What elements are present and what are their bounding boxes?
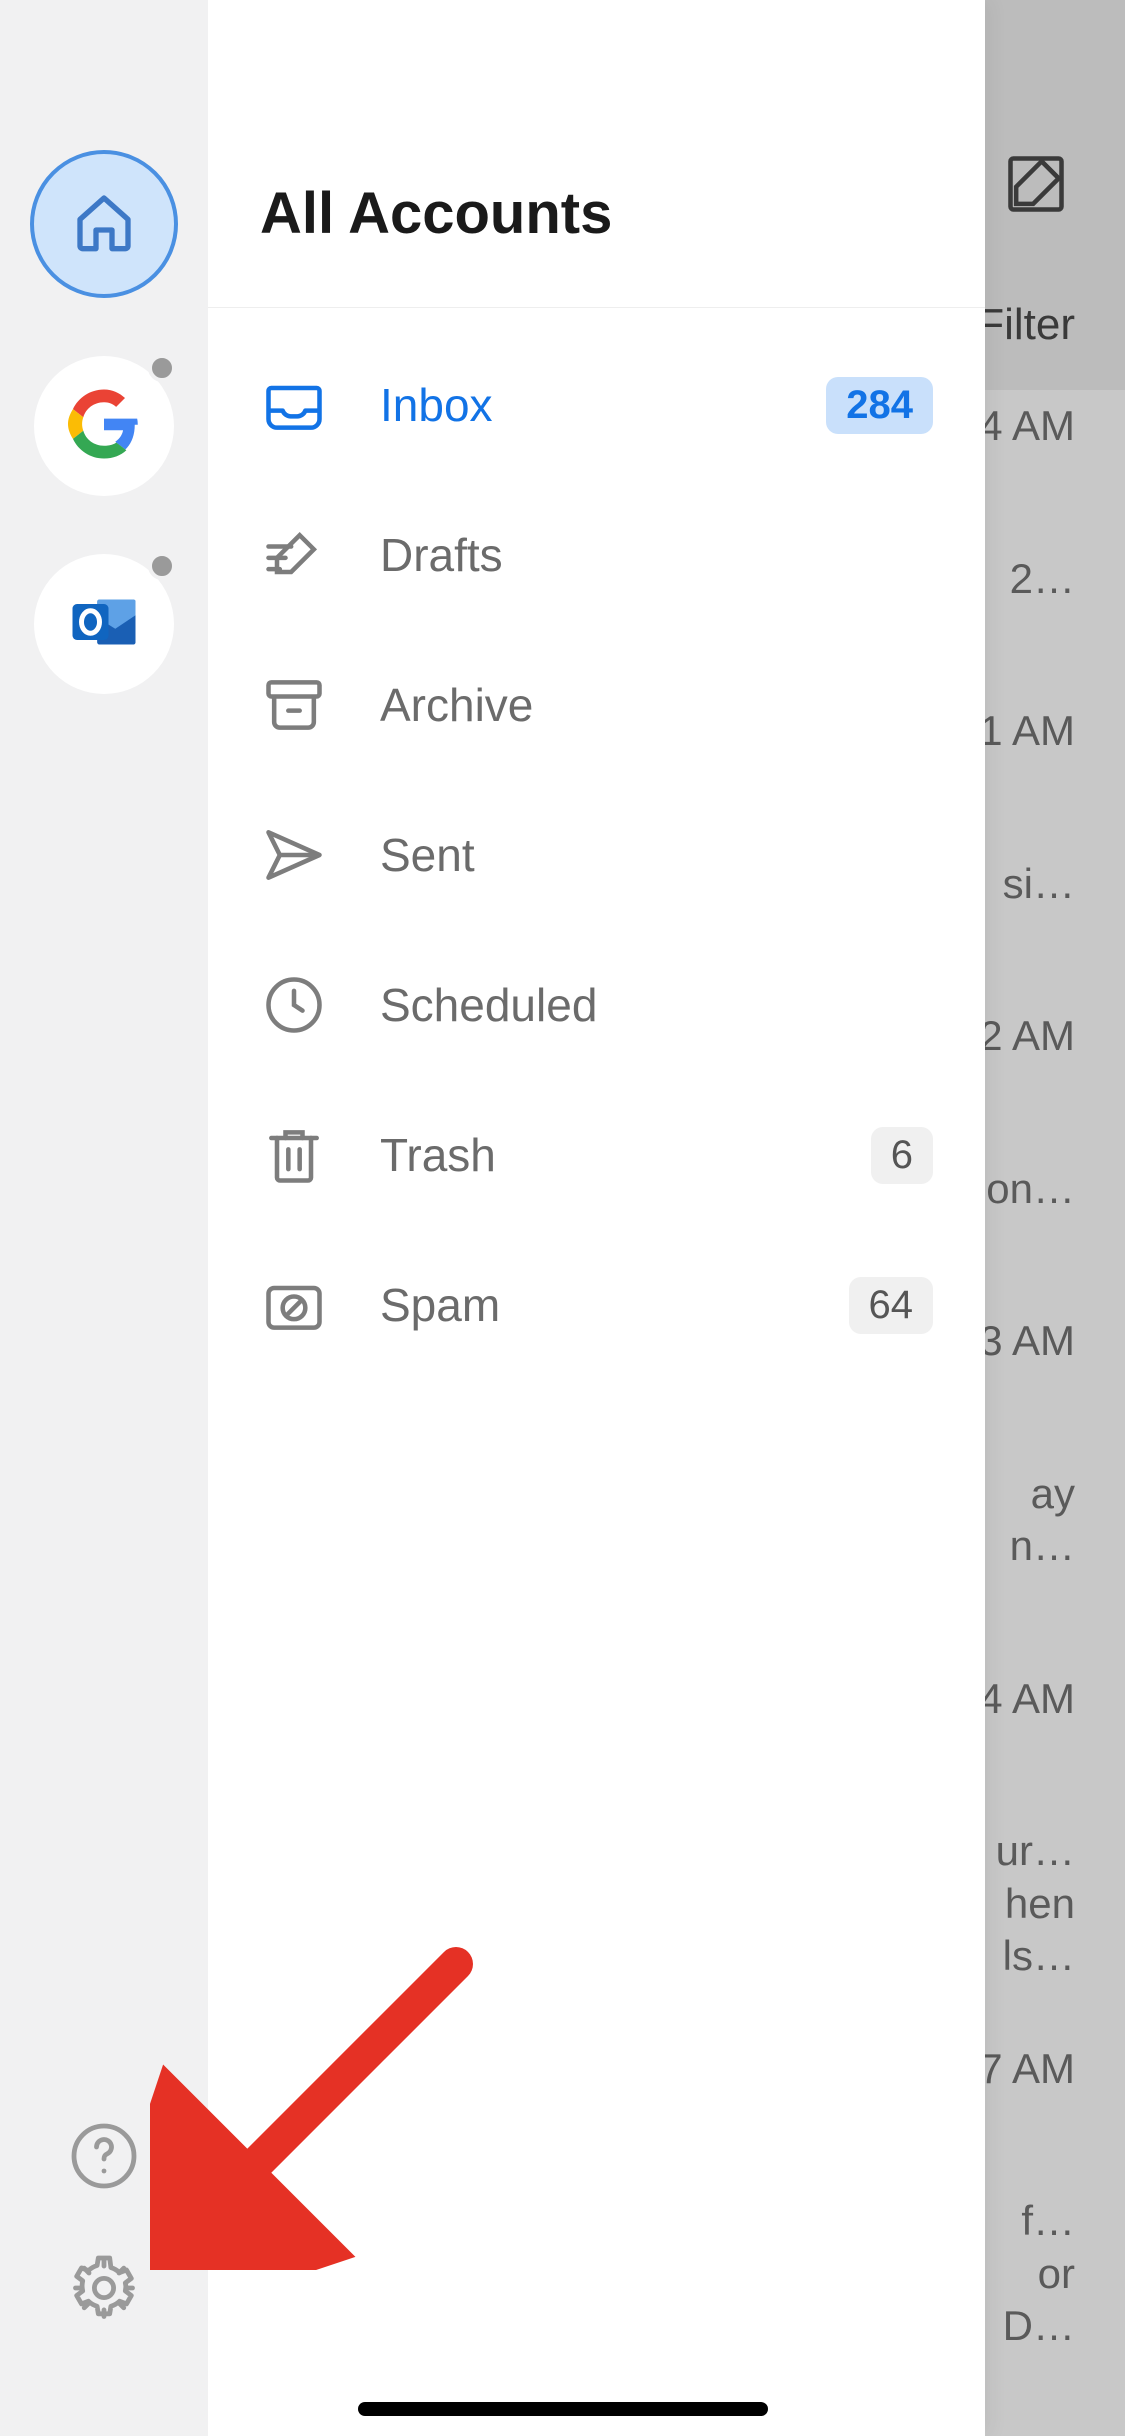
- settings-button[interactable]: [68, 2254, 140, 2326]
- archive-icon: [260, 671, 328, 739]
- gear-icon: [68, 2252, 140, 2329]
- help-icon: [68, 2120, 140, 2197]
- folder-archive[interactable]: Archive: [208, 630, 985, 780]
- folder-label: Spam: [380, 1278, 797, 1332]
- inbox-icon: [260, 371, 328, 439]
- folder-panel: All Accounts Inbox 284: [208, 0, 985, 2436]
- folder-scheduled[interactable]: Scheduled: [208, 930, 985, 1080]
- home-indicator[interactable]: [358, 2402, 768, 2416]
- panel-title: All Accounts: [208, 180, 985, 308]
- folder-label: Trash: [380, 1128, 819, 1182]
- folder-sent[interactable]: Sent: [208, 780, 985, 930]
- compose-button[interactable]: [1002, 150, 1070, 228]
- account-rail: [0, 0, 208, 2436]
- spam-icon: [260, 1271, 328, 1339]
- sent-icon: [260, 821, 328, 889]
- home-icon: [72, 190, 136, 259]
- message-list-dimmed: 4 AM 2… 1 AM si… 2 AM on… 3 AM ay n… 4 A…: [965, 400, 1125, 2436]
- status-dot-icon: [148, 354, 176, 382]
- folder-label: Scheduled: [380, 978, 933, 1032]
- outlook-account-button[interactable]: [34, 554, 174, 694]
- folder-badge: 284: [826, 377, 933, 434]
- scheduled-icon: [260, 971, 328, 1039]
- folder-label: Sent: [380, 828, 933, 882]
- all-accounts-home-button[interactable]: [30, 150, 178, 298]
- folder-badge: 6: [871, 1127, 933, 1184]
- folder-inbox[interactable]: Inbox 284: [208, 330, 985, 480]
- folder-label: Inbox: [380, 378, 774, 432]
- folder-spam[interactable]: Spam 64: [208, 1230, 985, 1380]
- folder-trash[interactable]: Trash 6: [208, 1080, 985, 1230]
- google-logo-icon: [68, 388, 140, 465]
- folder-label: Drafts: [380, 528, 933, 582]
- drafts-icon: [260, 521, 328, 589]
- folder-label: Archive: [380, 678, 933, 732]
- folder-badge: 64: [849, 1277, 934, 1334]
- google-account-button[interactable]: [34, 356, 174, 496]
- outlook-logo-icon: [68, 586, 140, 663]
- filter-button[interactable]: Filter: [977, 300, 1075, 350]
- trash-icon: [260, 1121, 328, 1189]
- navigation-drawer: All Accounts Inbox 284: [0, 0, 985, 2436]
- status-dot-icon: [148, 552, 176, 580]
- help-button[interactable]: [68, 2122, 140, 2194]
- folder-drafts[interactable]: Drafts: [208, 480, 985, 630]
